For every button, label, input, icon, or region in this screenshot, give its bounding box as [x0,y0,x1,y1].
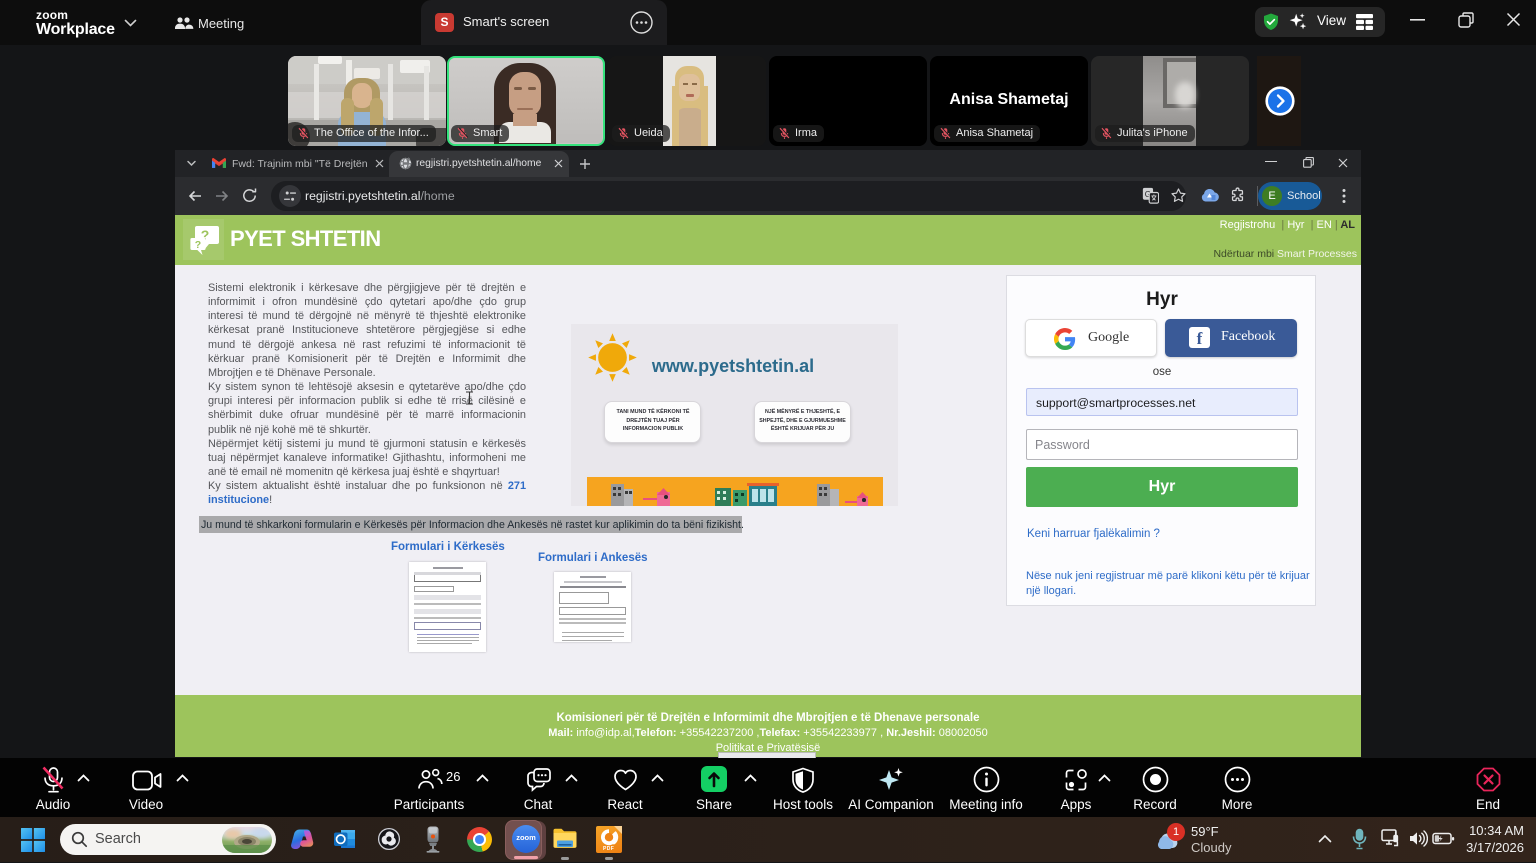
svg-text:?: ? [195,239,201,251]
